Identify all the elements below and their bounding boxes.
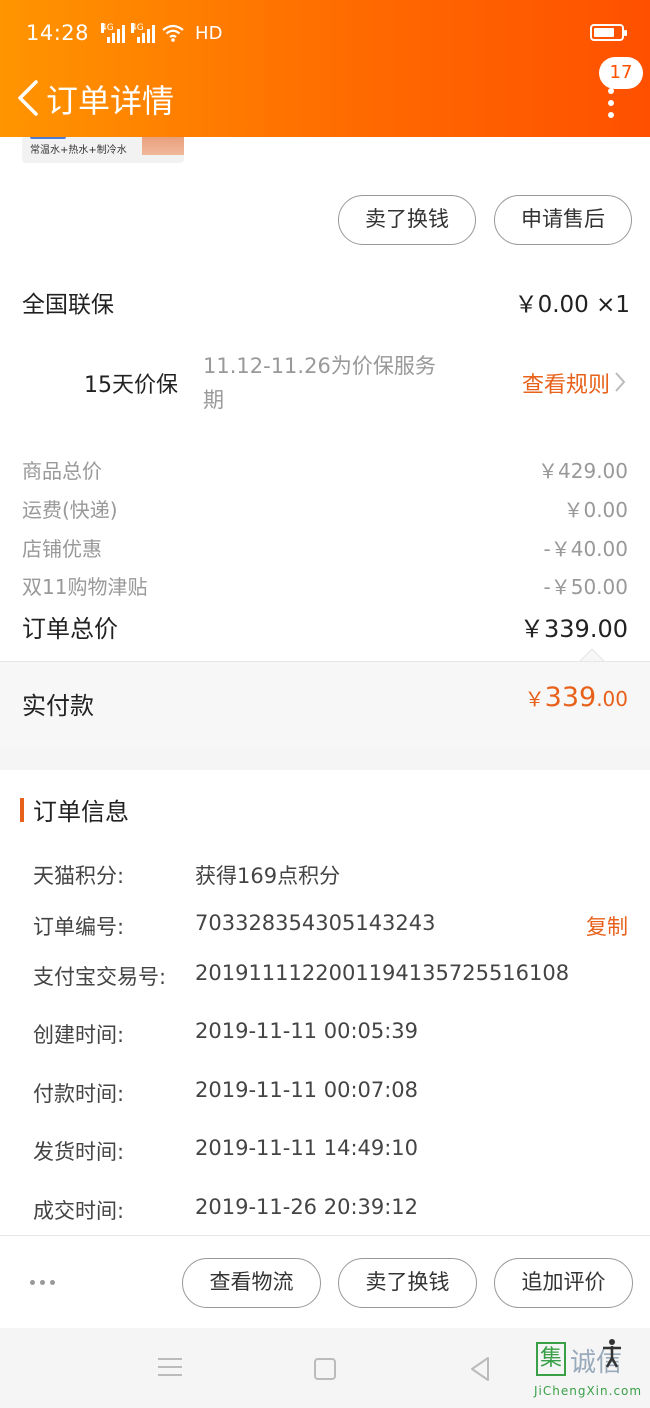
price-row-value: -￥40.00 bbox=[543, 537, 628, 561]
warranty-section: 全国联保 ￥0.00 ×1 15天价保 11.12-11.26为价保服务期 查看… bbox=[0, 261, 650, 433]
watermark-logo: 集 诚信 JiChengXin.com bbox=[530, 1338, 650, 1408]
status-time: 14:28 bbox=[26, 21, 90, 45]
price-protect-label: 15天价保 bbox=[84, 373, 178, 398]
order-total-label: 订单总价 bbox=[22, 615, 118, 643]
price-breakdown: 商品总价 ￥429.00 运费(快递) ￥0.00 店铺优惠 -￥40.00 双… bbox=[0, 433, 650, 661]
order-total-value: ￥339.00 bbox=[520, 615, 628, 643]
sell-for-cash-button-bottom[interactable]: 卖了换钱 bbox=[338, 1258, 477, 1308]
person-figure-icon bbox=[603, 1339, 621, 1368]
order-info-title: 订单信息 bbox=[33, 798, 129, 826]
chevron-right-icon[interactable] bbox=[614, 371, 626, 393]
info-label: 创建时间: bbox=[33, 1023, 125, 1047]
more-actions-icon[interactable] bbox=[30, 1280, 55, 1285]
more-menu-icon[interactable] bbox=[608, 88, 614, 118]
warranty-title: 全国联保 bbox=[22, 292, 114, 318]
status-bar: 14:28 4G 4G HD bbox=[0, 0, 650, 66]
paid-integer: 339 bbox=[544, 682, 597, 713]
system-back-icon[interactable] bbox=[468, 1356, 492, 1382]
info-label: 发货时间: bbox=[33, 1140, 125, 1164]
after-sale-button[interactable]: 申请售后 bbox=[494, 195, 632, 245]
price-row-value: -￥50.00 bbox=[543, 575, 628, 599]
price-row: 店铺优惠 -￥40.00 bbox=[22, 533, 628, 562]
view-rules-link[interactable]: 查看规则 bbox=[522, 367, 610, 399]
network-type: 4G bbox=[101, 23, 114, 33]
section-accent-bar bbox=[20, 798, 24, 822]
price-row-label: 店铺优惠 bbox=[22, 537, 102, 561]
price-row-value: ￥429.00 bbox=[538, 459, 628, 483]
info-value: 2019-11-11 00:07:08 bbox=[195, 1078, 419, 1102]
order-total-row: 订单总价 ￥339.00 bbox=[22, 609, 628, 644]
info-row: 付款时间: 2019-11-11 00:07:08 bbox=[33, 1078, 628, 1108]
back-arrow-icon[interactable] bbox=[14, 78, 44, 118]
product-section: 常温水+热水+制冷水 卖了换钱 申请售后 bbox=[0, 137, 650, 261]
order-info-section: 订单信息 天猫积分: 获得169点积分 订单编号: 70332835430514… bbox=[0, 770, 650, 1235]
thumbnail-caption: 常温水+热水+制冷水 bbox=[30, 145, 127, 156]
info-value: 获得169点积分 bbox=[195, 864, 341, 888]
wifi-icon bbox=[162, 24, 184, 42]
info-label: 支付宝交易号: bbox=[33, 965, 167, 989]
price-row-value: ￥0.00 bbox=[563, 498, 628, 522]
network-type-2: 4G bbox=[131, 23, 144, 33]
thumbnail-tag bbox=[30, 137, 66, 139]
info-row: 创建时间: 2019-11-11 00:05:39 bbox=[33, 1019, 628, 1049]
product-thumbnail[interactable]: 常温水+热水+制冷水 bbox=[22, 137, 184, 163]
info-label: 付款时间: bbox=[33, 1082, 125, 1106]
info-row: 成交时间: 2019-11-26 20:39:12 bbox=[33, 1195, 628, 1225]
status-icons: 4G 4G HD bbox=[101, 23, 222, 44]
cell-signal-icon-2: 4G bbox=[131, 23, 156, 43]
page-title: 订单详情 bbox=[46, 82, 175, 120]
add-review-button[interactable]: 追加评价 bbox=[494, 1258, 633, 1308]
recent-apps-icon[interactable] bbox=[158, 1358, 182, 1380]
price-row: 运费(快递) ￥0.00 bbox=[22, 494, 628, 523]
price-protect-desc: 11.12-11.26为价保服务期 bbox=[203, 354, 436, 412]
info-label: 成交时间: bbox=[33, 1199, 125, 1223]
info-label: 天猫积分: bbox=[33, 864, 125, 888]
cell-signal-icon: 4G bbox=[101, 23, 126, 43]
info-row: 天猫积分: 获得169点积分 bbox=[33, 860, 628, 890]
nav-bar: 订单详情 bbox=[0, 66, 650, 137]
info-label: 订单编号: bbox=[33, 915, 125, 939]
price-row: 双11购物津贴 -￥50.00 bbox=[22, 571, 628, 600]
info-value: 2019-11-11 14:49:10 bbox=[195, 1136, 419, 1160]
battery-icon bbox=[590, 24, 627, 41]
info-value: 2019-11-11 00:05:39 bbox=[195, 1019, 419, 1043]
message-count-badge[interactable]: 17 bbox=[599, 57, 643, 89]
warranty-price: ￥0.00 ×1 bbox=[514, 292, 630, 318]
watermark-char: 集 bbox=[536, 1342, 566, 1376]
price-row-label: 双11购物津贴 bbox=[22, 575, 148, 599]
order-number: 703328354305143243 bbox=[195, 911, 436, 935]
watermark-url: JiChengXin.com bbox=[534, 1384, 643, 1398]
pointer-caret bbox=[580, 648, 604, 662]
app-header: 14:28 4G 4G HD 订单详情 17 bbox=[0, 0, 650, 137]
info-row: 订单编号: 703328354305143243 复制 bbox=[33, 911, 628, 941]
paid-amount-box: 实付款 ￥339.00 bbox=[0, 661, 650, 747]
copy-button[interactable]: 复制 bbox=[586, 911, 628, 941]
product-image bbox=[142, 137, 184, 155]
paid-amount: ￥339.00 bbox=[525, 682, 628, 713]
info-value: 2019111122001194135725516108 bbox=[195, 961, 570, 985]
info-value: 2019-11-26 20:39:12 bbox=[195, 1195, 419, 1219]
info-row: 支付宝交易号: 2019111122001194135725516108 bbox=[33, 961, 628, 991]
paid-decimal: .00 bbox=[596, 687, 628, 711]
price-row-label: 运费(快递) bbox=[22, 498, 118, 522]
home-icon[interactable] bbox=[314, 1358, 336, 1380]
info-row: 发货时间: 2019-11-11 14:49:10 bbox=[33, 1136, 628, 1166]
paid-label: 实付款 bbox=[22, 692, 94, 720]
price-row-label: 商品总价 bbox=[22, 459, 102, 483]
hd-indicator: HD bbox=[195, 22, 223, 44]
paid-currency: ￥ bbox=[524, 687, 545, 711]
view-logistics-button[interactable]: 查看物流 bbox=[182, 1258, 321, 1308]
price-row: 商品总价 ￥429.00 bbox=[22, 455, 628, 484]
sell-for-cash-button[interactable]: 卖了换钱 bbox=[338, 195, 476, 245]
bottom-action-bar: 查看物流 卖了换钱 追加评价 bbox=[0, 1235, 650, 1328]
